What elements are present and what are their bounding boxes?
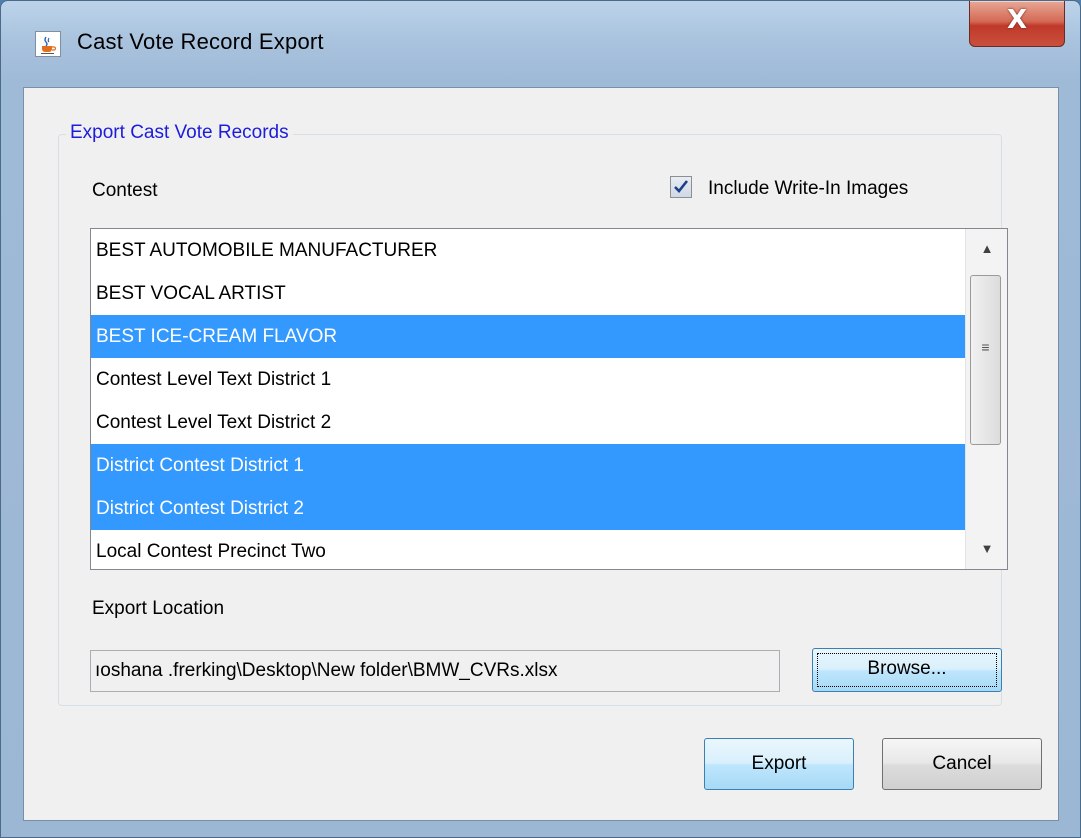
export-path-field[interactable]: ıoshana .frerking\Desktop\New folder\BMW… bbox=[90, 650, 780, 692]
scroll-thumb[interactable]: ≡ bbox=[970, 275, 1001, 445]
scroll-grip-icon: ≡ bbox=[981, 339, 990, 355]
cancel-button[interactable]: Cancel bbox=[882, 738, 1042, 790]
export-location-label: Export Location bbox=[92, 598, 225, 619]
list-item[interactable]: BEST ICE-CREAM FLAVOR bbox=[91, 315, 965, 358]
list-item[interactable]: District Contest District 1 bbox=[91, 444, 965, 487]
cancel-label: Cancel bbox=[932, 753, 992, 774]
list-item[interactable]: District Contest District 2 bbox=[91, 487, 965, 530]
contest-list-scrollbar[interactable]: ▲ ≡ ▼ bbox=[965, 229, 1007, 569]
close-icon: X bbox=[1006, 5, 1028, 35]
contest-label: Contest bbox=[92, 180, 158, 201]
focus-indicator bbox=[817, 653, 997, 687]
list-item[interactable]: Contest Level Text District 2 bbox=[91, 401, 965, 444]
browse-button[interactable]: Browse... bbox=[812, 648, 1002, 692]
title-bar[interactable]: Cast Vote Record Export X bbox=[1, 1, 1080, 87]
java-cup-icon bbox=[35, 31, 61, 57]
include-write-in-label[interactable]: Include Write-In Images bbox=[708, 178, 908, 200]
export-path-value: ıoshana .frerking\Desktop\New folder\BMW… bbox=[95, 660, 558, 681]
dialog-content: Export Cast Vote Records Contest Include… bbox=[23, 87, 1059, 821]
list-item[interactable]: Contest Level Text District 1 bbox=[91, 358, 965, 401]
group-legend: Export Cast Vote Records bbox=[66, 122, 293, 144]
include-write-in-checkbox[interactable] bbox=[670, 176, 692, 198]
close-button[interactable]: X bbox=[969, 1, 1065, 47]
export-button[interactable]: Export bbox=[704, 738, 854, 790]
dialog-window: Cast Vote Record Export X Export Cast Vo… bbox=[0, 0, 1081, 838]
contest-list[interactable]: BEST AUTOMOBILE MANUFACTURER BEST VOCAL A… bbox=[90, 228, 1008, 570]
window-title: Cast Vote Record Export bbox=[77, 29, 324, 54]
list-item[interactable]: BEST VOCAL ARTIST bbox=[91, 272, 965, 315]
contest-list-items: BEST AUTOMOBILE MANUFACTURER BEST VOCAL A… bbox=[91, 229, 965, 569]
arrow-up-icon[interactable]: ▲ bbox=[966, 229, 1008, 269]
export-label: Export bbox=[751, 753, 807, 774]
list-item[interactable]: BEST AUTOMOBILE MANUFACTURER bbox=[91, 229, 965, 272]
list-item[interactable]: Local Contest Precinct Two bbox=[91, 530, 965, 569]
checkmark-icon bbox=[674, 180, 689, 193]
arrow-down-icon[interactable]: ▼ bbox=[966, 529, 1008, 569]
